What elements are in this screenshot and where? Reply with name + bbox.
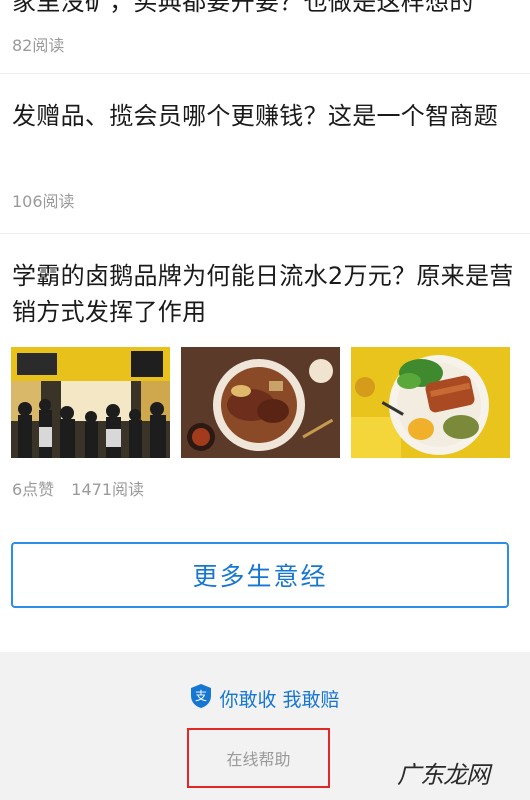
- article-item[interactable]: 发赠品、揽会员哪个更赚钱？这是一个智商题 106阅读: [0, 74, 530, 234]
- online-help-link[interactable]: 在线帮助: [226, 746, 290, 770]
- goose-rice-plate-photo[interactable]: [351, 347, 510, 458]
- article-title: 家里没矿，买典都要开要？也做是这样想的: [12, 0, 474, 16]
- storefront-queue-photo[interactable]: [11, 347, 170, 458]
- like-count: 6点赞: [12, 480, 55, 499]
- read-count: 106阅读: [12, 192, 75, 211]
- more-business-button[interactable]: 更多生意经: [11, 542, 509, 608]
- article-title: 发赠品、揽会员哪个更赚钱？这是一个智商题: [12, 102, 498, 130]
- footer: 支 你敢收 我敢赔 在线帮助 广东龙网: [0, 652, 530, 800]
- read-count: 1471阅读: [71, 480, 145, 499]
- article-meta: 6点赞 1471阅读: [12, 476, 144, 500]
- watermark-logo: 广东龙网: [397, 761, 490, 789]
- article-meta: 82阅读: [12, 32, 64, 56]
- article-item[interactable]: 学霸的卤鹅品牌为何能日流水2万元？原来是营销方式发挥了作用 6点赞 1471阅读: [0, 234, 530, 512]
- article-meta: 106阅读: [12, 188, 75, 212]
- article-title: 学霸的卤鹅品牌为何能日流水2万元？原来是营销方式发挥了作用: [12, 262, 514, 326]
- svg-text:支: 支: [195, 689, 207, 703]
- guarantee-slogan[interactable]: 支 你敢收 我敢赔: [0, 683, 530, 713]
- online-help-box[interactable]: 在线帮助: [187, 728, 330, 788]
- article-item[interactable]: 家里没矿，买典都要开要？也做是这样想的 82阅读: [0, 0, 530, 74]
- braised-goose-noodle-photo[interactable]: [181, 347, 340, 458]
- alipay-shield-icon: 支: [190, 683, 212, 713]
- article-thumbnails: [11, 347, 510, 458]
- read-count: 82阅读: [12, 36, 65, 55]
- slogan-text: 你敢收 我敢赔: [219, 688, 340, 711]
